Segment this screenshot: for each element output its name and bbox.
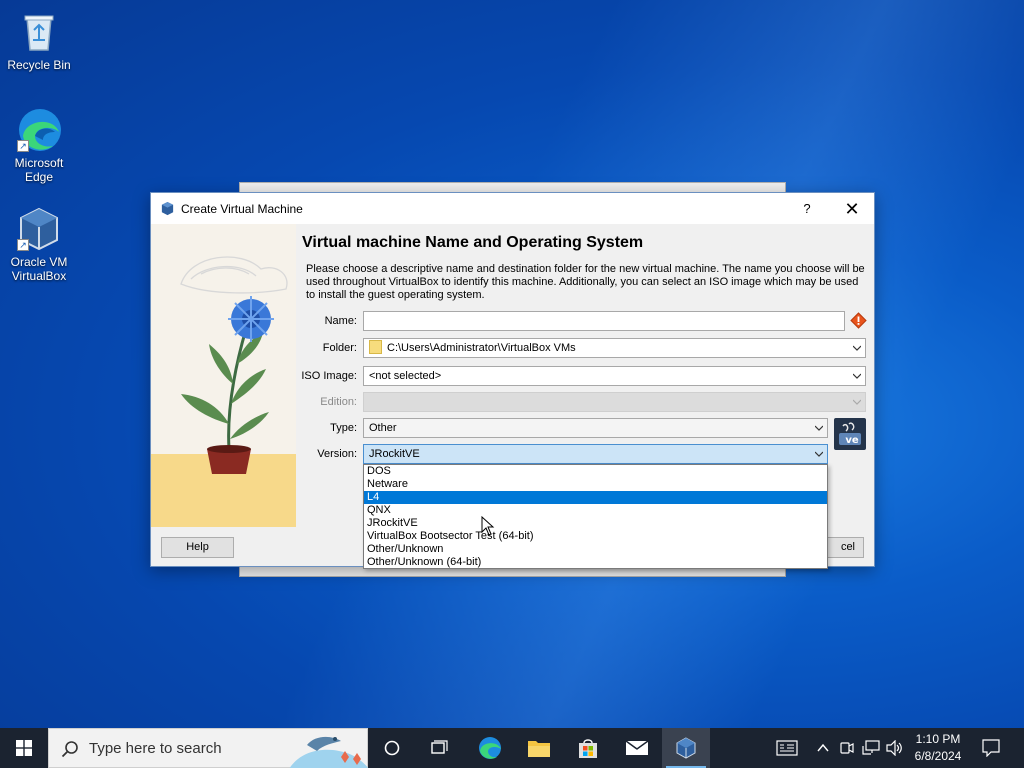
virtualbox-icon (676, 737, 696, 759)
shortcut-arrow-icon: ↗ (17, 140, 29, 152)
version-option-other-unknown-64[interactable]: Other/Unknown (64-bit) (364, 556, 827, 569)
desktop-icon-label: Microsoft Edge (14, 156, 64, 184)
os-badge-text: ve (845, 435, 859, 446)
folder-label: Folder: (322, 342, 357, 354)
name-label: Name: (324, 315, 357, 327)
version-dropdown-list: DOS Netware L4 QNX JRockitVE VirtualBox … (363, 464, 828, 569)
desktop-icon-virtualbox[interactable]: ↗ Oracle VM VirtualBox (2, 205, 76, 283)
search-placeholder: Type here to search (89, 740, 222, 757)
shortcut-arrow-icon: ↗ (17, 239, 29, 251)
edge-icon (479, 737, 501, 759)
type-value: Other (369, 422, 397, 434)
taskbar-store-button[interactable] (564, 728, 612, 768)
start-button[interactable] (0, 728, 48, 768)
edition-combo (363, 392, 866, 412)
taskbar-clock[interactable]: 1:10 PM 6/8/2024 (905, 731, 971, 765)
chevron-down-icon (853, 399, 861, 405)
virtualbox-icon (161, 201, 174, 216)
os-type-icon: ve (834, 418, 866, 450)
help-button[interactable]: Help (161, 537, 234, 558)
type-combo[interactable]: Other (363, 418, 828, 438)
iso-image-label: ISO Image: (301, 370, 357, 382)
dialog-titlebar[interactable]: Create Virtual Machine ? ✕ (151, 193, 874, 224)
version-option-other-unknown[interactable]: Other/Unknown (364, 543, 827, 556)
chevron-down-icon (853, 345, 861, 351)
taskbar-mail-button[interactable] (613, 728, 661, 768)
search-highlight-illustration-icon (289, 736, 369, 768)
version-option-qnx[interactable]: QNX (364, 504, 827, 517)
folder-combo[interactable]: C:\Users\Administrator\VirtualBox VMs (363, 338, 866, 358)
input-indicator-icon[interactable] (776, 740, 798, 756)
page-title: Virtual machine Name and Operating Syste… (302, 234, 644, 251)
name-input[interactable] (363, 311, 845, 331)
taskbar: Type here to search 1:10 PM 6/8/2024 (0, 728, 1024, 768)
task-view-icon (431, 740, 448, 754)
folder-icon (528, 741, 550, 757)
wizard-illustration (151, 224, 296, 527)
meet-now-icon[interactable] (840, 740, 854, 756)
mouse-cursor-icon (481, 516, 495, 536)
edge-icon: ↗ (15, 106, 63, 154)
version-option-dos[interactable]: DOS (364, 465, 827, 478)
cortana-circle-icon (384, 740, 400, 756)
search-icon (61, 741, 78, 758)
virtualbox-icon: ↗ (15, 205, 63, 253)
version-label: Version: (317, 448, 357, 460)
page-description: Please choose a descriptive name and des… (306, 263, 865, 301)
warning-icon (850, 312, 867, 329)
desktop-icon-label: Oracle VM VirtualBox (10, 255, 68, 283)
windows-logo-icon (16, 740, 32, 756)
store-bag-icon (579, 739, 597, 758)
chevron-down-icon (853, 373, 861, 379)
close-button[interactable]: ✕ (838, 197, 866, 221)
help-title-button[interactable]: ? (796, 199, 818, 219)
version-combo[interactable]: JRockitVE (363, 444, 828, 464)
edition-label: Edition: (320, 396, 357, 408)
clock-date: 6/8/2024 (914, 749, 962, 763)
version-option-jrockitve[interactable]: JRockitVE (364, 517, 827, 530)
taskbar-edge-button[interactable] (466, 728, 514, 768)
iso-image-value: <not selected> (369, 370, 442, 382)
taskbar-virtualbox-button[interactable] (662, 728, 710, 768)
cortana-button[interactable] (368, 728, 416, 768)
iso-image-combo[interactable]: <not selected> (363, 366, 866, 386)
desktop-icon-edge[interactable]: ↗ Microsoft Edge (2, 106, 76, 184)
chevron-up-icon[interactable] (816, 741, 830, 755)
recycle-bin-icon (15, 8, 63, 56)
folder-value: C:\Users\Administrator\VirtualBox VMs (387, 342, 576, 354)
chevron-down-icon (815, 451, 823, 457)
version-value: JRockitVE (369, 448, 420, 460)
clock-time: 1:10 PM (915, 732, 961, 746)
version-option-l4[interactable]: L4 (364, 491, 827, 504)
volume-icon[interactable] (886, 740, 904, 756)
dialog-title: Create Virtual Machine (181, 202, 303, 216)
desktop-icon-label: Recycle Bin (7, 58, 71, 72)
version-option-netware[interactable]: Netware (364, 478, 827, 491)
type-label: Type: (330, 422, 357, 434)
task-view-button[interactable] (416, 728, 464, 768)
network-icon[interactable] (862, 740, 880, 756)
folder-icon (369, 340, 382, 354)
notification-icon[interactable] (982, 739, 1000, 757)
version-option-bootsector-test[interactable]: VirtualBox Bootsector Test (64-bit) (364, 530, 827, 543)
mail-icon (625, 740, 649, 755)
taskbar-search-box[interactable]: Type here to search (48, 728, 369, 768)
desktop-icon-recycle-bin[interactable]: Recycle Bin (2, 8, 76, 72)
taskbar-file-explorer-button[interactable] (515, 728, 563, 768)
chevron-down-icon (815, 425, 823, 431)
